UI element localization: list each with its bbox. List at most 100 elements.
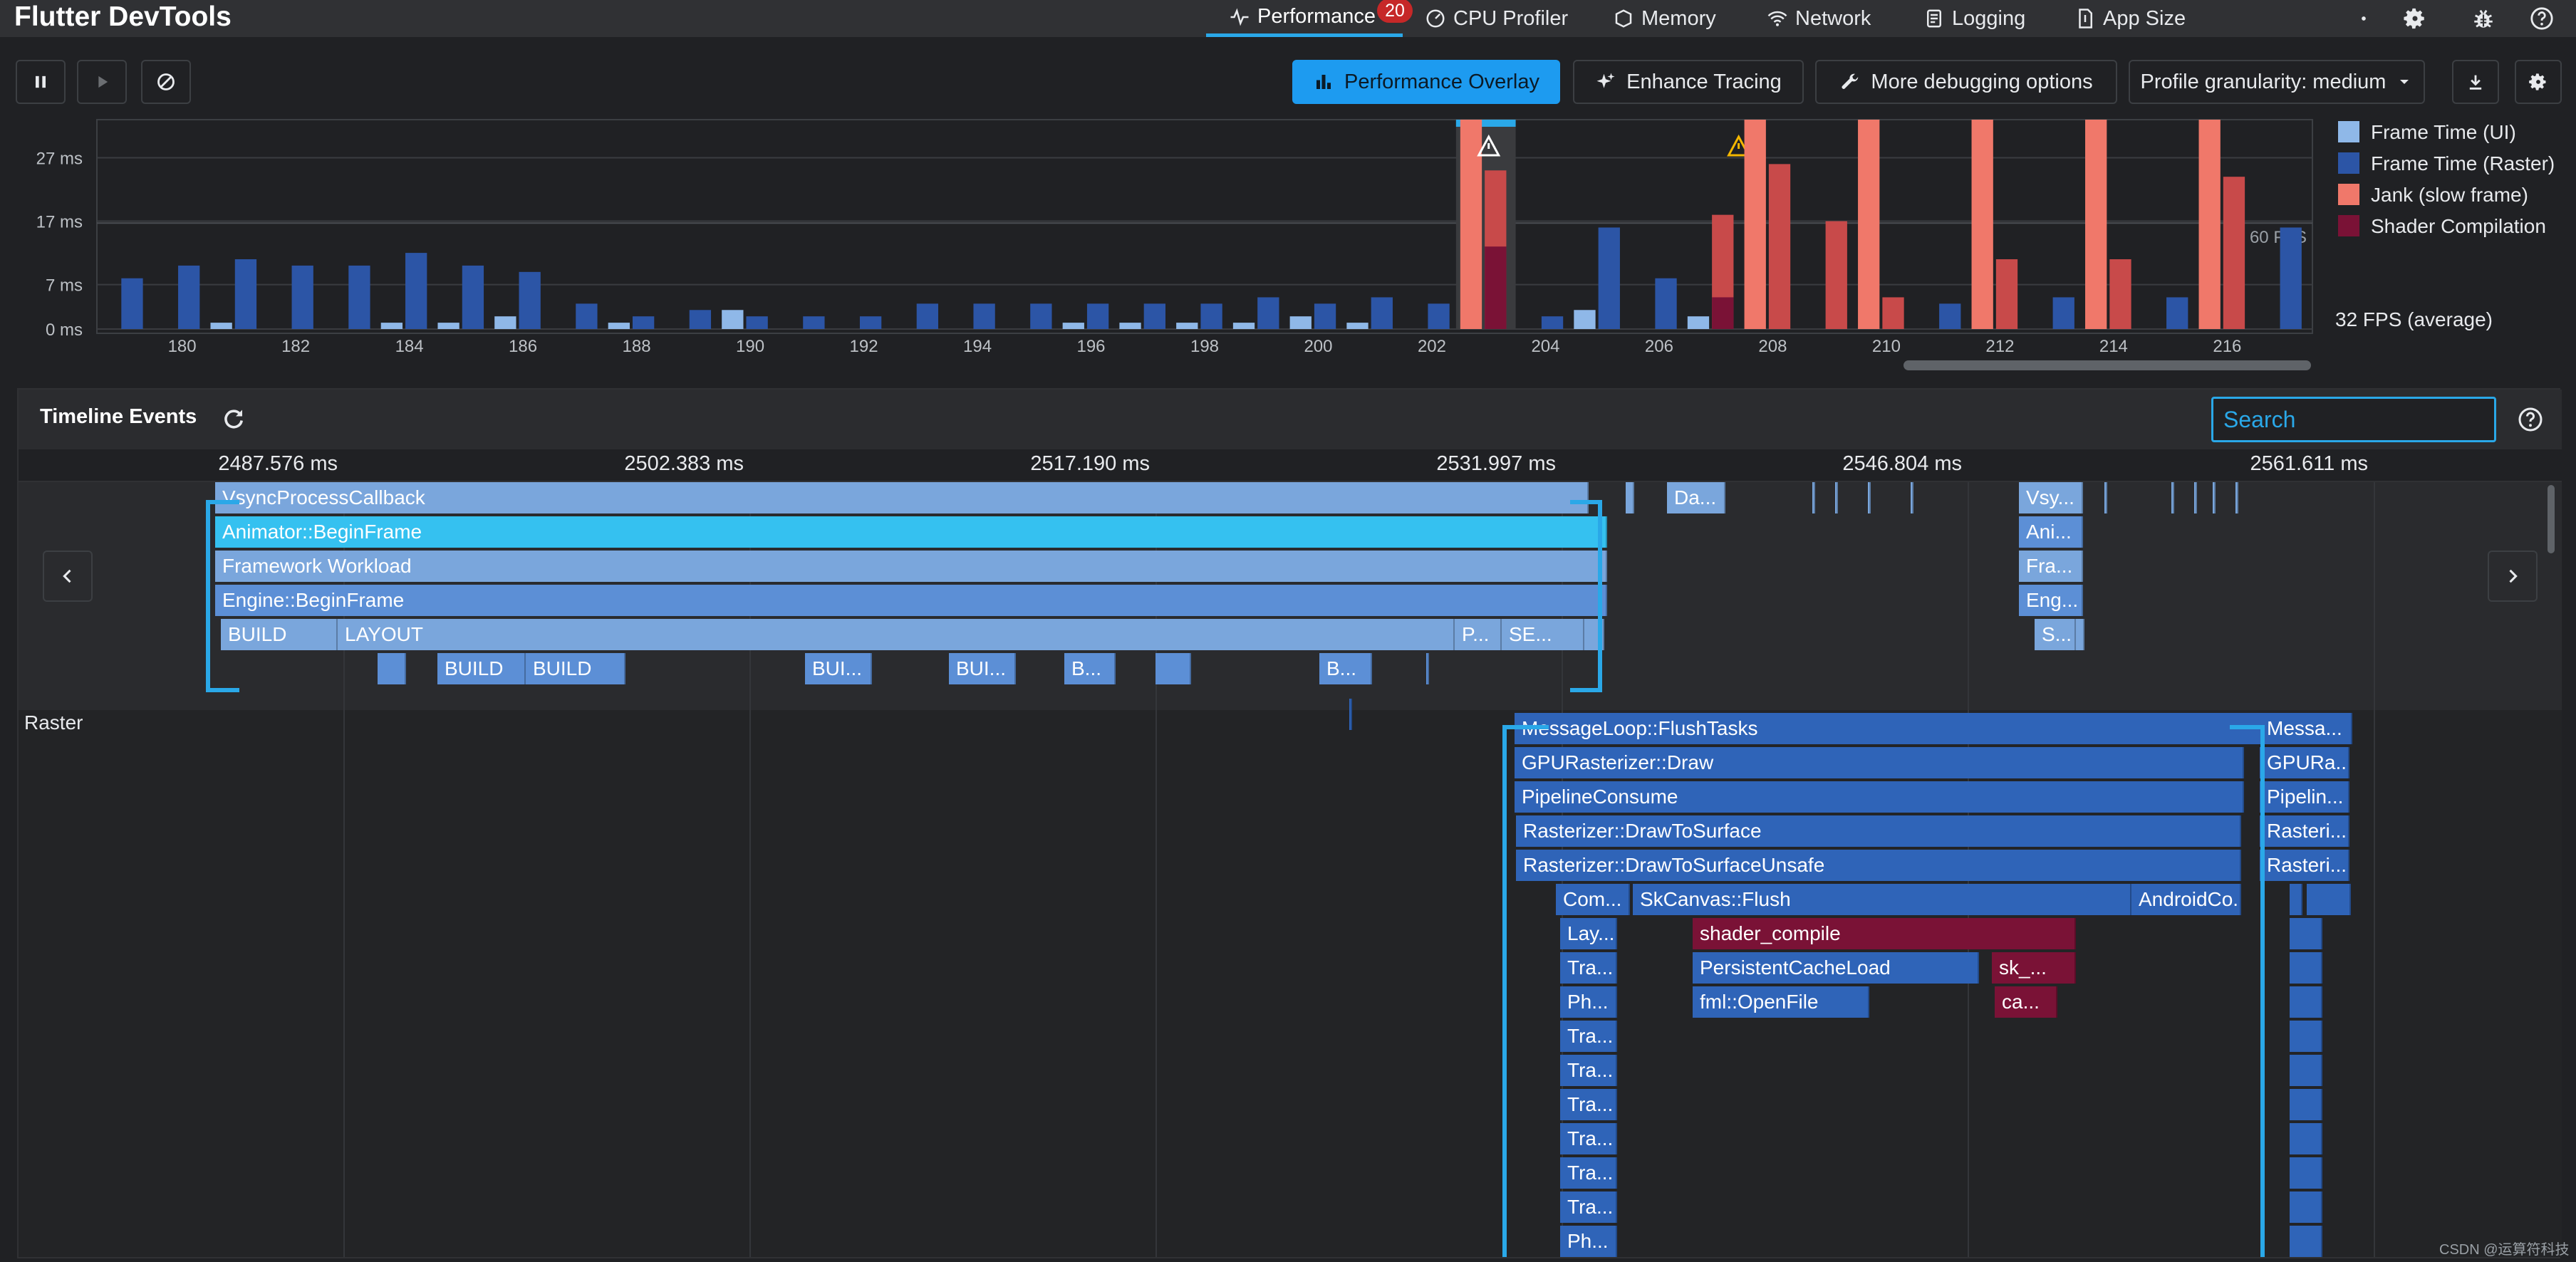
raster-bar[interactable]	[2280, 227, 2302, 329]
raster-bar[interactable]	[1371, 297, 1393, 329]
shader-bar[interactable]	[1485, 246, 1507, 329]
raster-bar[interactable]	[519, 271, 541, 329]
y-tick-label: 7 ms	[46, 276, 83, 296]
raster-bar[interactable]	[1882, 297, 1904, 329]
chart-scrollbar[interactable]	[1904, 360, 2311, 370]
ui-bar[interactable]	[1460, 120, 1482, 329]
raster-bar[interactable]	[1655, 278, 1677, 329]
raster-bar[interactable]	[291, 265, 313, 329]
raster-bar[interactable]	[348, 265, 370, 329]
raster-bar[interactable]	[178, 265, 200, 329]
raster-bar[interactable]	[1143, 303, 1165, 329]
raster-bar[interactable]	[1086, 303, 1109, 329]
tab-app-size[interactable]: App Size	[2074, 0, 2186, 37]
raster-bar[interactable]	[1541, 316, 1564, 329]
x-tick-label: 186	[509, 337, 537, 356]
tab-cpu-profiler[interactable]: CPU Profiler	[1425, 0, 1568, 37]
prev-frame-button[interactable]	[43, 551, 93, 602]
dot-icon[interactable]	[2349, 4, 2378, 33]
raster-bar[interactable]	[234, 259, 257, 329]
raster-bar[interactable]	[803, 316, 825, 329]
ui-bar[interactable]	[608, 323, 630, 329]
raster-bar[interactable]	[1030, 303, 1052, 329]
ui-bar[interactable]	[437, 323, 459, 329]
raster-bar[interactable]	[1314, 303, 1336, 329]
raster-bar[interactable]	[746, 316, 768, 329]
enhance-tracing-label: Enhance Tracing	[1626, 70, 1782, 93]
raster-bar[interactable]	[973, 303, 995, 329]
ui-bar[interactable]	[1574, 310, 1596, 329]
raster-bar[interactable]	[1768, 164, 1791, 329]
ui-bar[interactable]	[1744, 120, 1766, 329]
raster-bar[interactable]	[2166, 297, 2188, 329]
ui-bar[interactable]	[210, 323, 232, 329]
timeline-lanes[interactable]: Raster VsyncProcessCallback Animator::Be…	[19, 482, 2562, 1257]
raster-bar[interactable]	[1200, 303, 1222, 329]
settings-icon[interactable]	[2401, 4, 2429, 33]
raster-bar[interactable]	[1825, 221, 1847, 329]
ui-bar[interactable]	[1062, 323, 1084, 329]
raster-bar[interactable]	[1257, 297, 1279, 329]
export-button[interactable]	[2452, 60, 2499, 104]
more-debugging-options-button[interactable]: More debugging options	[1815, 60, 2117, 104]
timeline-scrollbar[interactable]	[2548, 485, 2555, 553]
ui-bar[interactable]	[2198, 120, 2221, 329]
help-icon[interactable]	[2518, 407, 2543, 432]
next-frame-button[interactable]	[2488, 551, 2538, 602]
performance-overlay-button[interactable]: Performance Overlay	[1292, 60, 1560, 104]
clear-button[interactable]	[141, 60, 191, 104]
raster-bar[interactable]	[121, 278, 143, 329]
raster-bar[interactable]	[1939, 303, 1961, 329]
raster-bar[interactable]	[405, 253, 427, 329]
raster-bar[interactable]	[689, 310, 712, 329]
ui-bar[interactable]	[1687, 316, 1710, 329]
performance-badge: 20	[1377, 0, 1413, 23]
tab-network[interactable]: Network	[1767, 0, 1871, 37]
x-tick-label: 188	[623, 337, 651, 356]
tab-performance[interactable]: Performance	[1206, 0, 1403, 37]
tab-memory[interactable]: Memory	[1613, 0, 1716, 37]
pause-button[interactable]	[16, 60, 66, 104]
shader-bar[interactable]	[1712, 297, 1734, 329]
ui-bar[interactable]	[1289, 316, 1312, 329]
selected-frame-bracket	[206, 500, 2265, 1257]
ui-bar[interactable]	[494, 316, 516, 329]
ui-bar[interactable]	[1119, 323, 1141, 329]
ui-bar[interactable]	[722, 310, 744, 329]
x-tick-label: 184	[395, 337, 424, 356]
ui-bar[interactable]	[380, 323, 403, 329]
raster-bar[interactable]	[2052, 297, 2074, 329]
refresh-icon[interactable]	[221, 407, 246, 432]
raster-bar[interactable]	[916, 303, 939, 329]
y-tick-label: 0 ms	[46, 320, 83, 340]
bug-icon[interactable]	[2469, 4, 2498, 33]
ui-bar[interactable]	[1176, 323, 1198, 329]
timeline-header: Timeline Events	[19, 390, 2562, 449]
raster-bar[interactable]	[1428, 303, 1450, 329]
ui-bar[interactable]	[1346, 323, 1368, 329]
raster-bar[interactable]	[1598, 227, 1620, 329]
raster-bar[interactable]	[2109, 259, 2131, 329]
frame-chart[interactable]: 27 ms 17 ms 7 ms 0 ms 60 FPS 180 182 184 186 188 1…	[0, 117, 2576, 385]
legend-label: Shader Compilation	[2371, 215, 2546, 237]
ui-bar[interactable]	[2085, 120, 2107, 329]
timeline-search-input[interactable]	[2211, 397, 2496, 442]
profile-granularity-dropdown[interactable]: Profile granularity: medium	[2129, 60, 2425, 104]
raster-bar[interactable]	[1995, 259, 2018, 329]
raster-bar[interactable]	[859, 316, 882, 329]
raster-bar[interactable]	[632, 316, 655, 329]
raster-bar[interactable]	[576, 303, 598, 329]
enhance-tracing-button[interactable]: Enhance Tracing	[1573, 60, 1804, 104]
x-tick-label: 216	[2213, 337, 2241, 356]
frame-chart-svg[interactable]: 27 ms17 ms7 ms0 ms60 FPS180 182 184 186 188 1…	[0, 117, 2576, 385]
resume-button[interactable]	[77, 60, 127, 104]
ui-bar[interactable]	[1858, 120, 1880, 329]
ui-bar[interactable]	[1232, 323, 1255, 329]
ui-bar[interactable]	[1971, 120, 1993, 329]
raster-bar[interactable]	[2223, 177, 2245, 329]
performance-settings-button[interactable]	[2515, 60, 2562, 104]
help-icon[interactable]	[2528, 4, 2556, 33]
tab-logging[interactable]: Logging	[1923, 0, 2025, 37]
tab-cpu-profiler-label: CPU Profiler	[1453, 6, 1569, 30]
raster-bar[interactable]	[462, 265, 484, 329]
